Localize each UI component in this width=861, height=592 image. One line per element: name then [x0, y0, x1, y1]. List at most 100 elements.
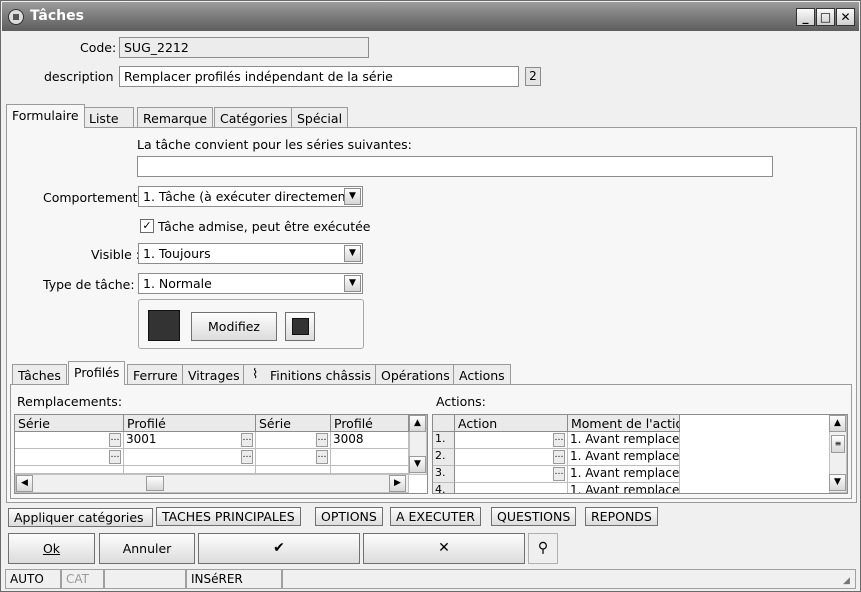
reponds-button[interactable]: REPONDS [585, 507, 658, 526]
table-cell[interactable] [124, 466, 256, 474]
ellipsis-button[interactable]: … [553, 433, 565, 447]
cancel-button[interactable]: Annuler [99, 533, 195, 564]
table-cell[interactable]: 1. Avant remplace [568, 466, 680, 483]
ellipsis-button[interactable]: … [316, 433, 328, 447]
column-header[interactable]: Action [455, 415, 568, 432]
tab-formulaire[interactable]: Formulaire [6, 104, 85, 128]
type-value: 1. Normale [143, 276, 212, 291]
ellipsis-button[interactable]: … [316, 450, 328, 464]
options-button[interactable]: OPTIONS [315, 507, 383, 526]
row-number: 2. [433, 449, 455, 466]
table-cell[interactable] [455, 483, 568, 493]
ellipsis-button[interactable]: … [109, 433, 121, 447]
scroll-thumb[interactable] [146, 476, 164, 491]
tab-liste[interactable]: Liste [83, 107, 134, 128]
ellipsis-button[interactable]: … [241, 433, 253, 447]
type-select[interactable]: 1. Normale [138, 273, 363, 294]
ok-button[interactable]: Ok [8, 533, 95, 564]
admise-label: Tâche admise, peut être exécutée [158, 219, 371, 234]
apply-categories-button[interactable]: Appliquer catégories [8, 508, 153, 527]
code-label: Code: [80, 40, 117, 55]
close-button[interactable]: ✕ [836, 8, 855, 26]
row-number: 3. [433, 466, 455, 483]
reject-cross-button[interactable]: ✕ [363, 533, 525, 564]
chevron-down-icon[interactable]: ▼ [344, 188, 361, 205]
modify-button[interactable]: Modifiez [191, 312, 277, 341]
window-title: Tâches [30, 8, 84, 24]
chevron-down-icon[interactable]: ▼ [344, 245, 361, 262]
subtab-profiles[interactable]: Profilés [68, 361, 126, 385]
table-cell[interactable] [331, 449, 409, 466]
column-header[interactable]: Série [15, 415, 124, 432]
questions-button[interactable]: QUESTIONS [491, 507, 577, 526]
subtab-finitions[interactable]: ⌇ Finitions châssis [243, 364, 378, 385]
table-cell[interactable]: 1. Avant remplace [568, 449, 680, 466]
status-empty [104, 569, 186, 589]
ellipsis-button[interactable]: … [109, 450, 121, 464]
scroll-thumb[interactable]: ≡ [831, 435, 845, 453]
horizontal-scrollbar[interactable] [15, 474, 409, 493]
visible-select[interactable]: 1. Toujours [138, 243, 363, 264]
table-cell[interactable] [124, 449, 256, 466]
to-execute-button[interactable]: A EXECUTER [390, 507, 481, 526]
subtab-taches[interactable]: Tâches [12, 364, 67, 385]
admise-checkbox[interactable]: ✓ [140, 219, 154, 233]
actions-grid: Action Moment de l'action 1. … 1. Avant … [432, 414, 848, 494]
color-picker-button[interactable] [285, 312, 315, 341]
subtab-actions[interactable]: Actions [453, 364, 511, 385]
scroll-down-icon[interactable]: ▼ [409, 456, 426, 473]
type-label: Type de tâche: [43, 277, 135, 292]
maximize-button[interactable]: □ [816, 8, 835, 26]
subtab-vitrages[interactable]: Vitrages [182, 364, 246, 385]
ellipsis-button[interactable]: … [553, 467, 565, 481]
column-header[interactable]: Série [256, 415, 331, 432]
series-field[interactable] [137, 156, 773, 177]
table-cell[interactable] [331, 466, 409, 474]
table-cell[interactable]: 3001 [124, 432, 256, 449]
column-header[interactable]: Moment de l'action [568, 415, 680, 432]
scroll-down-icon[interactable]: ▼ [829, 474, 846, 491]
binoculars-icon[interactable]: ⚲ [528, 533, 558, 564]
table-cell[interactable] [15, 432, 124, 449]
table-cell[interactable]: 1. Avant remplace [568, 483, 680, 493]
scroll-up-icon[interactable]: ▲ [409, 415, 426, 432]
tab-categories[interactable]: Catégories [214, 107, 294, 128]
tasks-window: Tâches _ □ ✕ Code: SUG_2212 description … [0, 0, 861, 592]
table-cell[interactable] [15, 449, 124, 466]
subtab-operations[interactable]: Opérations [375, 364, 456, 385]
main-tasks-button[interactable]: TACHES PRINCIPALES [156, 507, 301, 526]
table-cell[interactable] [455, 466, 568, 483]
status-auto: AUTO [5, 569, 61, 589]
ellipsis-button[interactable]: … [241, 450, 253, 464]
table-cell[interactable]: 3008 [331, 432, 409, 449]
code-field[interactable]: SUG_2212 [119, 37, 369, 58]
resize-grip-icon[interactable]: ◢ [843, 576, 855, 588]
confirm-check-button[interactable]: ✔ [198, 533, 360, 564]
chevron-down-icon[interactable]: ▼ [344, 275, 361, 292]
table-cell[interactable]: 1. Avant remplace [568, 432, 680, 449]
tab-remarque[interactable]: Remarque [137, 107, 214, 128]
status-cat: CAT [61, 569, 104, 589]
comportement-value: 1. Tâche (à exécuter directement) [143, 189, 356, 204]
scroll-right-icon[interactable]: ▶ [389, 475, 406, 492]
series-label: La tâche convient pour les séries suivan… [137, 137, 412, 152]
app-icon [8, 9, 24, 25]
color-swatch[interactable] [148, 310, 180, 341]
scroll-left-icon[interactable]: ◀ [16, 475, 33, 492]
table-cell[interactable] [256, 466, 331, 474]
minimize-button[interactable]: _ [796, 8, 815, 26]
title-bar[interactable]: Tâches _ □ ✕ [2, 2, 859, 31]
table-cell[interactable] [455, 449, 568, 466]
subtab-ferrure[interactable]: Ferrure [127, 364, 184, 385]
subtab-finitions-label: Finitions châssis [270, 368, 372, 383]
description-field[interactable]: Remplacer profilés indépendant de la sér… [119, 66, 519, 87]
comportement-select[interactable]: 1. Tâche (à exécuter directement) [138, 186, 363, 207]
replacements-title: Remplacements: [17, 394, 123, 409]
ellipsis-button[interactable]: … [553, 450, 565, 464]
tab-special[interactable]: Spécial [291, 107, 349, 128]
column-header[interactable]: Profilé [124, 415, 256, 432]
column-header[interactable]: Profilé [331, 415, 409, 432]
table-cell[interactable] [455, 432, 568, 449]
table-cell[interactable] [15, 466, 124, 474]
scroll-up-icon[interactable]: ▲ [829, 415, 846, 432]
